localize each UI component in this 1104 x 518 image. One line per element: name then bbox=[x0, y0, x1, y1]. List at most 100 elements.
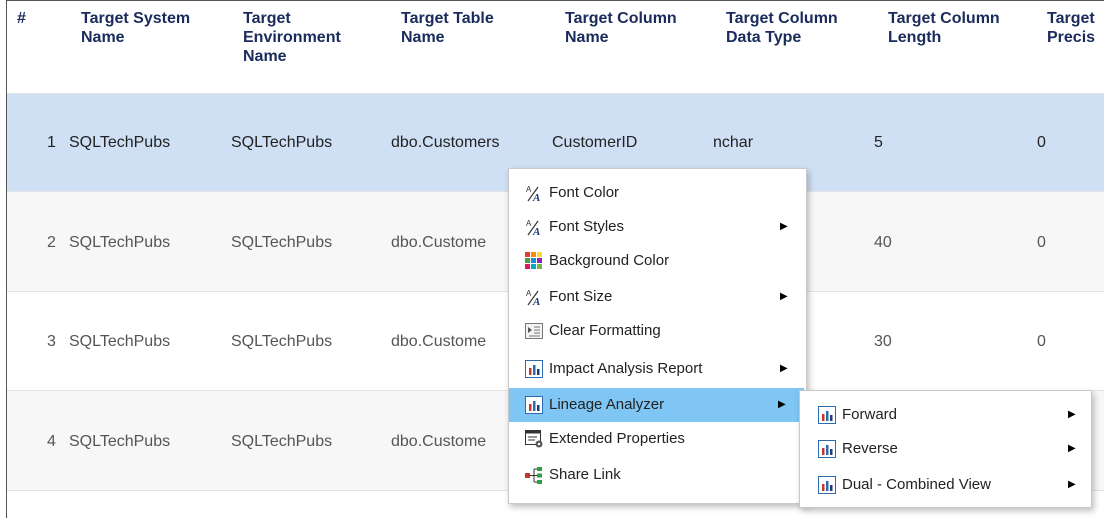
table-header: # Target System Name Target Environment … bbox=[7, 1, 1104, 93]
share-link-icon bbox=[525, 467, 542, 484]
menu-item-label: Reverse bbox=[842, 440, 898, 457]
submenu-item-reverse[interactable]: Reverse ▶ bbox=[800, 432, 1091, 466]
header-target-column-name[interactable]: Target Column Name bbox=[565, 9, 677, 47]
menu-item-label: Dual - Combined View bbox=[842, 476, 991, 493]
menu-item-label: Forward bbox=[842, 406, 898, 423]
cell-system-name: SQLTechPubs bbox=[69, 234, 171, 251]
header-label: Target bbox=[1047, 10, 1095, 27]
header-target-column-length[interactable]: Target Column Length bbox=[888, 9, 1000, 47]
cell-precision: 0 bbox=[1037, 134, 1046, 151]
font-styles-icon: A A bbox=[526, 219, 540, 236]
cell-row-number: 1 bbox=[47, 134, 56, 151]
report-chart-icon bbox=[525, 396, 543, 414]
header-label: Environment bbox=[243, 29, 341, 46]
header-target-environment-name[interactable]: Target Environment Name bbox=[243, 9, 341, 66]
chevron-right-icon: ▶ bbox=[1068, 409, 1076, 420]
cell-precision: 0 bbox=[1037, 234, 1046, 251]
extended-properties-icon bbox=[525, 430, 543, 448]
header-label: Name bbox=[401, 29, 445, 46]
header-label: Target Column bbox=[726, 10, 838, 27]
menu-item-label: Clear Formatting bbox=[549, 322, 661, 339]
cell-length: 30 bbox=[874, 333, 892, 350]
menu-item-font-styles[interactable]: A A Font Styles ▶ bbox=[509, 210, 806, 244]
svg-text:A: A bbox=[532, 226, 540, 236]
header-label: Target Column bbox=[565, 10, 677, 27]
cell-column-name: CustomerID bbox=[552, 134, 638, 151]
header-row-number[interactable]: # bbox=[17, 9, 26, 28]
menu-item-label: Impact Analysis Report bbox=[549, 360, 703, 377]
header-label: Name bbox=[243, 48, 287, 65]
cell-table-name: dbo.Custome bbox=[391, 234, 487, 251]
cell-system-name: SQLTechPubs bbox=[69, 433, 171, 450]
submenu-item-forward[interactable]: Forward ▶ bbox=[800, 398, 1091, 432]
background-color-icon bbox=[525, 252, 542, 269]
font-color-icon: A A bbox=[526, 185, 540, 202]
menu-item-label: Font Color bbox=[549, 184, 620, 201]
header-label: Target Table bbox=[401, 10, 494, 27]
report-chart-icon bbox=[818, 406, 836, 424]
cell-environment-name: SQLTechPubs bbox=[231, 433, 333, 450]
lineage-submenu: Forward ▶ Reverse ▶ Dual - Combined View… bbox=[799, 390, 1092, 508]
cell-system-name: SQLTechPubs bbox=[69, 134, 171, 151]
svg-text:A: A bbox=[526, 219, 532, 228]
menu-item-label: Extended Properties bbox=[549, 430, 685, 447]
header-label: Data Type bbox=[726, 29, 802, 46]
cell-environment-name: SQLTechPubs bbox=[231, 333, 333, 350]
chevron-right-icon: ▶ bbox=[780, 363, 788, 374]
header-label: Length bbox=[888, 29, 942, 46]
cell-environment-name: SQLTechPubs bbox=[231, 134, 333, 151]
cell-row-number: 4 bbox=[47, 433, 56, 450]
menu-item-font-color[interactable]: A A Font Color bbox=[509, 176, 806, 210]
menu-item-extended-properties[interactable]: Extended Properties bbox=[509, 422, 806, 456]
menu-item-font-size[interactable]: A A Font Size ▶ bbox=[509, 280, 806, 314]
header-target-precision[interactable]: Target Precis bbox=[1047, 9, 1095, 47]
cell-environment-name: SQLTechPubs bbox=[231, 234, 333, 251]
header-label: Name bbox=[81, 29, 125, 46]
submenu-item-dual-combined-view[interactable]: Dual - Combined View ▶ bbox=[800, 468, 1091, 502]
chevron-right-icon: ▶ bbox=[780, 221, 788, 232]
header-target-table-name[interactable]: Target Table Name bbox=[401, 9, 494, 47]
menu-item-label: Font Size bbox=[549, 288, 613, 305]
menu-item-background-color[interactable]: Background Color bbox=[509, 244, 806, 278]
menu-item-clear-formatting[interactable]: Clear Formatting bbox=[509, 314, 806, 348]
cell-data-type: nchar bbox=[713, 134, 754, 151]
header-target-column-data-type[interactable]: Target Column Data Type bbox=[726, 9, 838, 47]
header-label: Target System bbox=[81, 10, 191, 27]
svg-text:A: A bbox=[532, 296, 540, 306]
svg-text:A: A bbox=[532, 192, 540, 202]
menu-item-label: Font Styles bbox=[549, 218, 625, 235]
header-label: Precis bbox=[1047, 29, 1096, 46]
menu-item-label: Lineage Analyzer bbox=[549, 396, 665, 413]
menu-item-label: Share Link bbox=[549, 466, 621, 483]
header-target-system-name[interactable]: Target System Name bbox=[81, 9, 190, 47]
chevron-right-icon: ▶ bbox=[1068, 443, 1076, 454]
svg-text:A: A bbox=[526, 289, 532, 298]
header-label: Target Column bbox=[888, 10, 1000, 27]
cell-table-name: dbo.Customers bbox=[391, 134, 500, 151]
menu-item-label: Background Color bbox=[549, 252, 670, 269]
chevron-right-icon: ▶ bbox=[1068, 479, 1076, 490]
menu-item-lineage-analyzer[interactable]: Lineage Analyzer ▶ bbox=[509, 388, 804, 422]
cell-row-number: 2 bbox=[47, 234, 56, 251]
svg-text:A: A bbox=[526, 185, 532, 194]
chevron-right-icon: ▶ bbox=[780, 291, 788, 302]
header-label: # bbox=[17, 10, 26, 27]
header-label: Name bbox=[565, 29, 609, 46]
font-size-icon: A A bbox=[526, 289, 540, 306]
cell-length: 5 bbox=[874, 134, 883, 151]
cell-row-number: 3 bbox=[47, 333, 56, 350]
clear-formatting-icon bbox=[525, 323, 543, 339]
chevron-right-icon: ▶ bbox=[778, 399, 786, 410]
cell-table-name: dbo.Custome bbox=[391, 433, 487, 450]
report-chart-icon bbox=[818, 476, 836, 494]
menu-item-impact-analysis-report[interactable]: Impact Analysis Report ▶ bbox=[509, 352, 806, 386]
cell-table-name: dbo.Custome bbox=[391, 333, 487, 350]
report-chart-icon bbox=[525, 360, 543, 378]
cell-system-name: SQLTechPubs bbox=[69, 333, 171, 350]
header-label: Target bbox=[243, 10, 291, 27]
report-chart-icon bbox=[818, 440, 836, 458]
context-menu: A A Font Color A A Font Styles ▶ Backgro… bbox=[508, 168, 807, 504]
cell-precision: 0 bbox=[1037, 333, 1046, 350]
menu-item-share-link[interactable]: Share Link bbox=[509, 458, 806, 492]
cell-length: 40 bbox=[874, 234, 892, 251]
